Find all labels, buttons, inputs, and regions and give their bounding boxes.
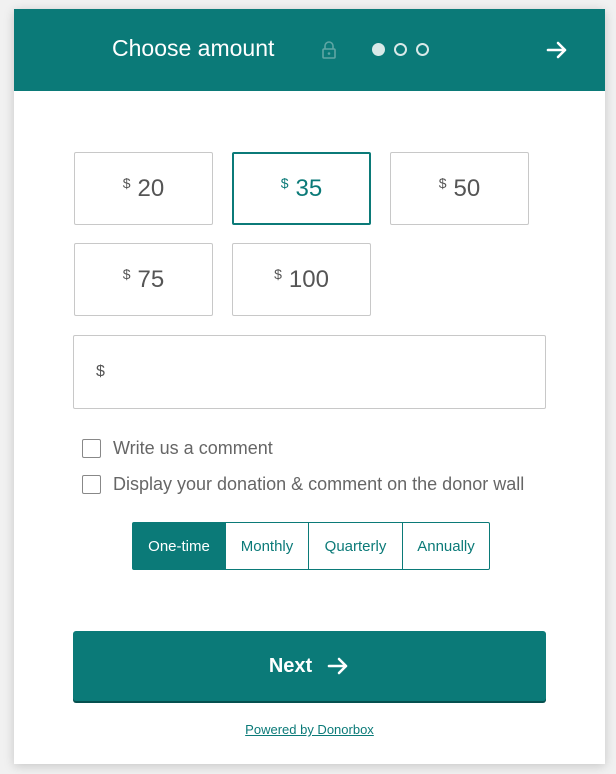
amount-option-50[interactable]: $ 50	[390, 152, 529, 225]
amount-value: 35	[295, 174, 323, 202]
form-header: Choose amount	[14, 9, 605, 91]
amount-option-20[interactable]: $ 20	[74, 152, 213, 225]
amount-option-35[interactable]: $ 35	[232, 152, 371, 225]
comment-label: Write us a comment	[113, 438, 273, 458]
page-title: Choose amount	[112, 35, 275, 61]
arrow-right-icon[interactable]	[545, 38, 569, 62]
currency-symbol: $	[280, 174, 289, 191]
frequency-selector: One-time Monthly Quarterly Annually	[132, 522, 490, 570]
powered-by-link[interactable]: Powered by Donorbox	[14, 722, 605, 737]
donor-wall-option[interactable]: Display your donation & comment on the d…	[82, 474, 524, 495]
amount-option-75[interactable]: $ 75	[74, 243, 213, 316]
step-dot-current	[372, 43, 385, 56]
currency-symbol: $	[122, 265, 131, 282]
donor-wall-label: Display your donation & comment on the d…	[113, 474, 525, 494]
custom-amount-field[interactable]: $	[73, 335, 546, 409]
custom-amount-input[interactable]	[116, 356, 520, 390]
amount-value: 50	[453, 174, 481, 202]
donation-form: Choose amount $ 20 $ 35 $ 50 $ 75 $ 100 …	[14, 9, 605, 764]
currency-symbol: $	[438, 174, 447, 191]
next-button-label: Next	[268, 654, 313, 677]
comment-checkbox[interactable]	[82, 439, 101, 458]
amount-value: 100	[288, 265, 329, 293]
step-indicator	[372, 43, 429, 56]
currency-symbol: $	[96, 363, 105, 380]
next-button[interactable]: Next	[73, 631, 546, 701]
frequency-annually[interactable]: Annually	[402, 523, 489, 569]
frequency-quarterly[interactable]: Quarterly	[308, 523, 402, 569]
donor-wall-checkbox[interactable]	[82, 475, 101, 494]
frequency-monthly[interactable]: Monthly	[225, 523, 308, 569]
comment-option[interactable]: Write us a comment	[82, 438, 273, 459]
frequency-one-time[interactable]: One-time	[133, 523, 225, 569]
amount-value: 20	[137, 174, 165, 202]
currency-symbol: $	[274, 265, 282, 282]
step-dot	[394, 43, 407, 56]
currency-symbol: $	[122, 174, 131, 191]
amount-value: 75	[137, 265, 165, 293]
arrow-right-icon	[327, 657, 348, 675]
step-dot	[416, 43, 429, 56]
lock-icon	[321, 41, 337, 59]
amount-option-100[interactable]: $ 100	[232, 243, 371, 316]
